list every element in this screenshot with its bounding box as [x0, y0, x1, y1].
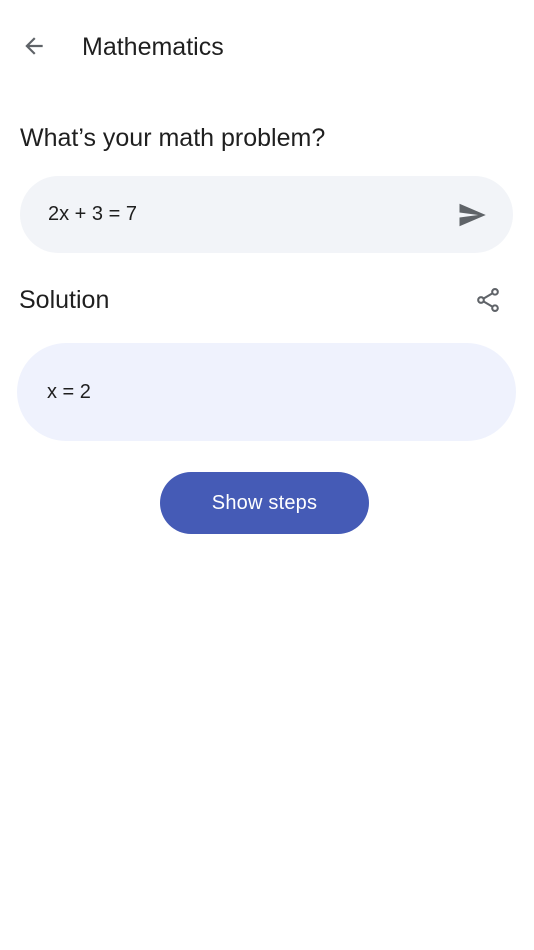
send-icon [459, 203, 486, 227]
solution-card: x = 2 [17, 343, 516, 441]
arrow-left-icon [25, 37, 43, 55]
problem-input[interactable] [48, 198, 438, 230]
solution-heading: Solution [19, 286, 110, 314]
back-button[interactable] [12, 24, 56, 68]
problem-heading: What’s your math problem? [20, 124, 326, 152]
problem-field [20, 176, 513, 253]
show-steps-button[interactable]: Show steps [160, 472, 369, 534]
share-button[interactable] [466, 278, 510, 322]
share-icon [477, 287, 499, 313]
app-bar: Mathematics [0, 0, 534, 94]
send-button[interactable] [450, 193, 494, 237]
solution-value: x = 2 [47, 381, 91, 403]
page-title: Mathematics [82, 33, 224, 61]
